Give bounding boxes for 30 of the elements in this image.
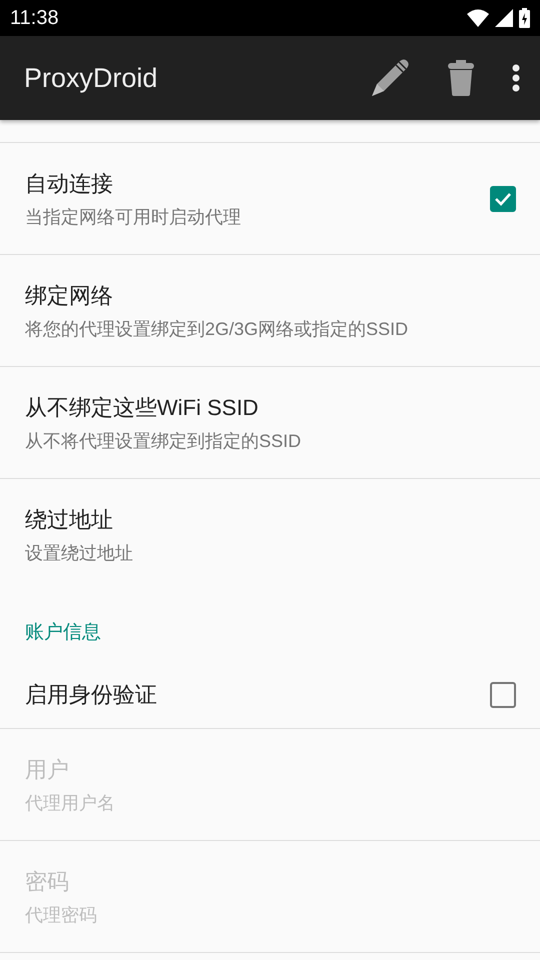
preference-item[interactable]: 绑定网络 将您的代理设置绑定到2G/3G网络或指定的SSID bbox=[0, 255, 540, 367]
clock: 11:38 bbox=[10, 6, 60, 30]
preference-item[interactable]: 从不绑定这些WiFi SSID 从不将代理设置绑定到指定的SSID bbox=[0, 367, 540, 479]
preference-summary: 将您的代理设置绑定到2G/3G网络或指定的SSID bbox=[25, 318, 410, 340]
checkbox[interactable] bbox=[490, 186, 516, 212]
preference-item[interactable]: 自动连接 当指定网络可用时启动代理 bbox=[0, 143, 540, 255]
more-options-icon[interactable] bbox=[512, 64, 520, 92]
preference-item[interactable]: 绕过地址 设置绕过地址 bbox=[0, 479, 540, 591]
category-header: 账户信息 bbox=[25, 622, 101, 643]
preference-title: 绕过地址 bbox=[25, 506, 114, 534]
preference-title: 启用身份验证 bbox=[25, 680, 158, 708]
preference-item[interactable]: 启用身份验证 bbox=[0, 661, 540, 729]
preference-summary: 设置绕过地址 bbox=[25, 542, 134, 565]
app-title: ProxyDroid bbox=[24, 62, 159, 94]
preference-title: 用户 bbox=[25, 756, 70, 784]
trash-icon[interactable] bbox=[448, 60, 474, 96]
checkbox[interactable] bbox=[490, 682, 516, 708]
pencil-icon[interactable] bbox=[370, 58, 410, 98]
preference-summary: 代理密码 bbox=[25, 904, 98, 926]
preference-title: 密码 bbox=[25, 868, 70, 896]
preference-summary: 代理用户名 bbox=[25, 792, 116, 814]
battery-icon bbox=[519, 8, 530, 28]
wifi-icon bbox=[467, 9, 489, 27]
preference-title: 绑定网络 bbox=[25, 282, 114, 310]
preference-title: 从不绑定这些WiFi SSID bbox=[25, 394, 260, 422]
check-icon bbox=[494, 192, 512, 206]
preference-summary: 从不将代理设置绑定到指定的SSID bbox=[25, 430, 302, 452]
preference-summary: 当指定网络可用时启动代理 bbox=[25, 206, 242, 228]
preference-title: 自动连接 bbox=[25, 170, 114, 198]
signal-icon bbox=[495, 9, 513, 27]
